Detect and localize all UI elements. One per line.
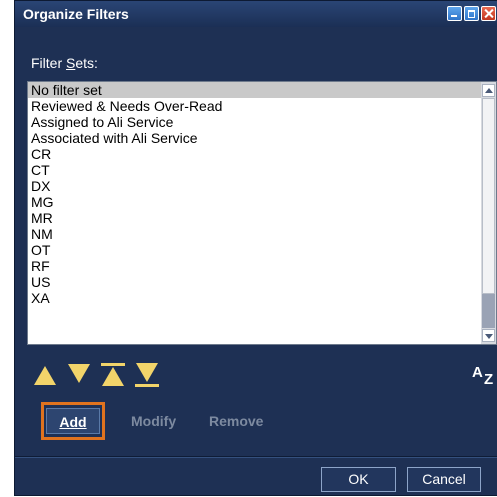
list-item[interactable]: RF bbox=[28, 258, 482, 274]
scroll-up-icon[interactable] bbox=[482, 84, 495, 97]
sort-z-letter: Z bbox=[484, 371, 494, 388]
list-item[interactable]: OT bbox=[28, 242, 482, 258]
list-item[interactable]: Reviewed & Needs Over-Read bbox=[28, 98, 482, 114]
move-up-button[interactable] bbox=[33, 363, 57, 387]
remove-button[interactable]: Remove bbox=[209, 408, 263, 434]
list-scrollbar[interactable] bbox=[481, 82, 496, 344]
organize-filters-dialog: Organize Filters Filter Sets: No filter … bbox=[14, 0, 497, 496]
add-button[interactable]: Add bbox=[46, 408, 100, 434]
list-item[interactable]: CR bbox=[28, 146, 482, 162]
modify-button[interactable]: Modify bbox=[131, 408, 176, 434]
cancel-button[interactable]: Cancel bbox=[407, 467, 481, 492]
filter-sets-label-suffix: ets: bbox=[75, 55, 98, 71]
close-icon[interactable] bbox=[481, 6, 496, 21]
list-item[interactable]: Assigned to Ali Service bbox=[28, 114, 482, 130]
list-item[interactable]: DX bbox=[28, 178, 482, 194]
button-row-divider-highlight bbox=[15, 457, 497, 458]
maximize-icon[interactable] bbox=[464, 6, 479, 21]
move-down-icon bbox=[68, 364, 90, 383]
list-item[interactable]: MG bbox=[28, 194, 482, 210]
filter-sets-label-prefix: Filter bbox=[31, 55, 66, 71]
list-item[interactable]: No filter set bbox=[28, 82, 482, 98]
scrollbar-track[interactable] bbox=[482, 294, 495, 328]
move-up-icon bbox=[34, 366, 56, 385]
list-item[interactable]: Associated with Ali Service bbox=[28, 130, 482, 146]
minimize-icon[interactable] bbox=[447, 6, 462, 21]
move-to-bottom-button[interactable] bbox=[135, 363, 159, 387]
move-to-top-button[interactable] bbox=[101, 363, 125, 387]
filter-sets-label: Filter Sets: bbox=[31, 55, 98, 71]
scrollbar-thumb[interactable] bbox=[482, 98, 495, 294]
list-item[interactable]: US bbox=[28, 274, 482, 290]
list-item[interactable]: MR bbox=[28, 210, 482, 226]
list-item[interactable]: NM bbox=[28, 226, 482, 242]
filter-sets-list[interactable]: No filter set Reviewed & Needs Over-Read… bbox=[27, 81, 497, 345]
filter-sets-label-mnemonic: S bbox=[66, 55, 76, 71]
ok-button[interactable]: OK bbox=[321, 467, 396, 492]
list-item[interactable]: XA bbox=[28, 290, 482, 306]
scroll-down-icon[interactable] bbox=[482, 329, 495, 342]
list-item[interactable]: CT bbox=[28, 162, 482, 178]
title-bar[interactable]: Organize Filters bbox=[15, 1, 497, 27]
sort-alphabetical-icon[interactable]: A Z bbox=[472, 364, 497, 388]
window-title: Organize Filters bbox=[23, 6, 129, 22]
move-down-button[interactable] bbox=[67, 363, 91, 387]
sort-a-letter: A bbox=[472, 364, 483, 381]
